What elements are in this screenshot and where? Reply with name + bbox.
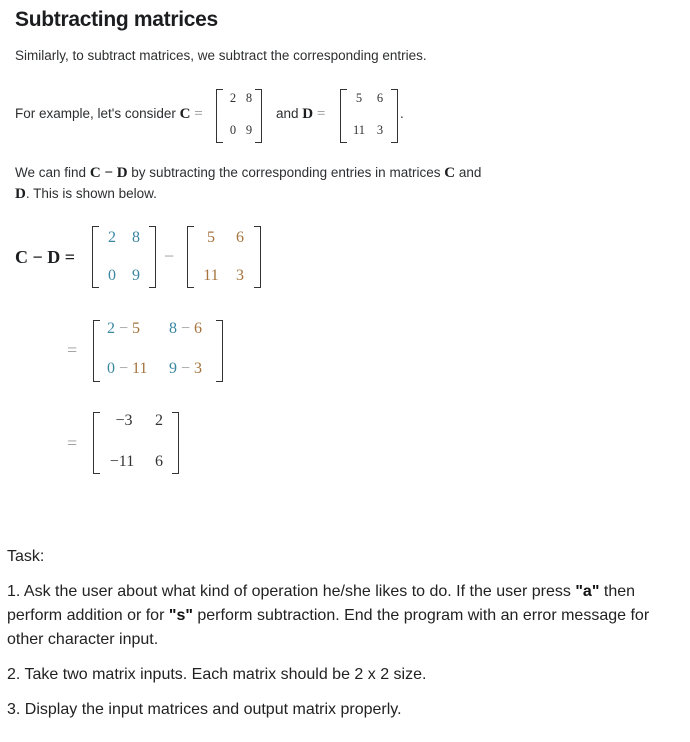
matrix-cell: 6 [236, 229, 244, 246]
left-bracket [216, 89, 223, 143]
matrix-cell: 11 [352, 123, 366, 137]
matrix-cell: 0 [229, 123, 237, 137]
derivation-lhs: C − D = [15, 247, 76, 267]
var-c: C [179, 106, 191, 122]
left-bracket [340, 89, 347, 143]
right-bracket [391, 89, 398, 143]
task-heading: Task: [7, 548, 45, 565]
minus-sign: − [177, 320, 195, 337]
equals-sign: = [67, 433, 78, 453]
right-bracket [149, 226, 156, 288]
d-entry: 5 [132, 320, 141, 337]
matrix-cell: 9 − 3 [169, 360, 202, 378]
matrix-cell: 6 [376, 91, 384, 105]
right-bracket [172, 412, 179, 474]
example-connector: and D = [276, 106, 325, 123]
key-a: "a" [575, 583, 600, 600]
matrix-cell: 2 − 5 [107, 320, 140, 338]
task-item-1-line-3: other character input. [7, 631, 159, 648]
task-item-3: 3. Display the input matrices and output… [7, 701, 402, 718]
matrix-cell: 2 [229, 91, 237, 105]
var-d: D [15, 186, 26, 202]
example-prefix: For example, let's consider C = [15, 106, 203, 123]
explain-text: by subtracting the corresponding entries… [131, 165, 441, 180]
minus-sign: − [177, 360, 195, 377]
left-bracket [187, 226, 194, 288]
d-entry: 11 [132, 360, 148, 377]
explain-text: . This is shown below. [25, 186, 157, 201]
task-item-2: 2. Take two matrix inputs. Each matrix s… [7, 666, 427, 683]
minus-sign: − [115, 320, 133, 337]
equals-sign: = [316, 106, 326, 122]
matrix-cell: 8 [245, 91, 253, 105]
matrix-cell: 2 [108, 229, 116, 246]
matrix-cell: 8 − 6 [169, 320, 202, 338]
matrix-cell: 3 [236, 267, 244, 284]
equals-sign: = [194, 106, 203, 122]
left-bracket [92, 226, 99, 288]
matrix-cell: 0 [108, 267, 116, 284]
left-bracket [93, 412, 100, 474]
right-bracket [216, 320, 223, 382]
var-c: C [444, 165, 456, 181]
task-text: then [599, 583, 636, 600]
page-title: Subtracting matrices [15, 8, 218, 31]
step1-matrix-d: 5 6 11 3 [187, 226, 261, 288]
matrix-cell: 8 [132, 229, 140, 246]
minus-sign: − [115, 360, 133, 377]
explain-text: and [458, 165, 482, 180]
left-bracket [93, 320, 100, 382]
matrix-cell: 5 [355, 91, 363, 105]
d-entry: 3 [194, 360, 203, 377]
right-bracket [254, 226, 261, 288]
task-text: perform subtraction. End the program wit… [192, 607, 650, 624]
right-bracket [255, 89, 262, 143]
matrix-d: 5 6 11 3 [340, 89, 398, 143]
matrix-cell: 3 [376, 123, 384, 137]
task-text: 1. Ask the user about what kind of opera… [7, 583, 576, 600]
step2-matrix: 2 − 5 8 − 6 0 − 11 9 − 3 [93, 320, 223, 382]
matrix-cell: 5 [207, 229, 215, 246]
example-prefix-text: For example, let's consider [15, 106, 176, 121]
c-entry: 9 [169, 360, 177, 377]
connector-text: and [276, 106, 299, 121]
c-entry: 2 [107, 320, 115, 337]
equals-sign: = [67, 340, 78, 360]
matrix-cell: −11 [109, 453, 135, 470]
matrix-cell: 2 [155, 412, 163, 429]
intro-text: Similarly, to subtract matrices, we subt… [15, 48, 427, 63]
expr-c-minus-d: C − D [89, 165, 128, 181]
matrix-cell: −3 [115, 412, 133, 429]
d-entry: 6 [194, 320, 203, 337]
matrix-cell: 9 [245, 123, 253, 137]
key-s: "s" [168, 607, 193, 624]
matrix-cell: 11 [203, 267, 219, 284]
task-text: perform addition or for [7, 607, 169, 624]
matrix-cell: 9 [132, 267, 140, 284]
explain-line-2: D. This is shown below. [15, 186, 157, 203]
example-suffix: . [400, 106, 404, 121]
minus-sign: − [164, 246, 175, 266]
c-entry: 0 [107, 360, 115, 377]
matrix-cell: 6 [155, 453, 163, 470]
step1-matrix-c: 2 8 0 9 [92, 226, 156, 288]
var-d: D [302, 106, 314, 122]
result-matrix: −3 2 −11 6 [93, 412, 179, 474]
matrix-cell: 0 − 11 [107, 360, 147, 378]
task-item-1-line-2: perform addition or for "s" perform subt… [7, 607, 649, 625]
task-item-1-line-1: 1. Ask the user about what kind of opera… [7, 583, 635, 601]
matrix-c: 2 8 0 9 [216, 89, 262, 143]
explain-text: We can find [15, 165, 87, 180]
c-entry: 8 [169, 320, 177, 337]
explain-line-1: We can find C − D by subtracting the cor… [15, 165, 481, 182]
